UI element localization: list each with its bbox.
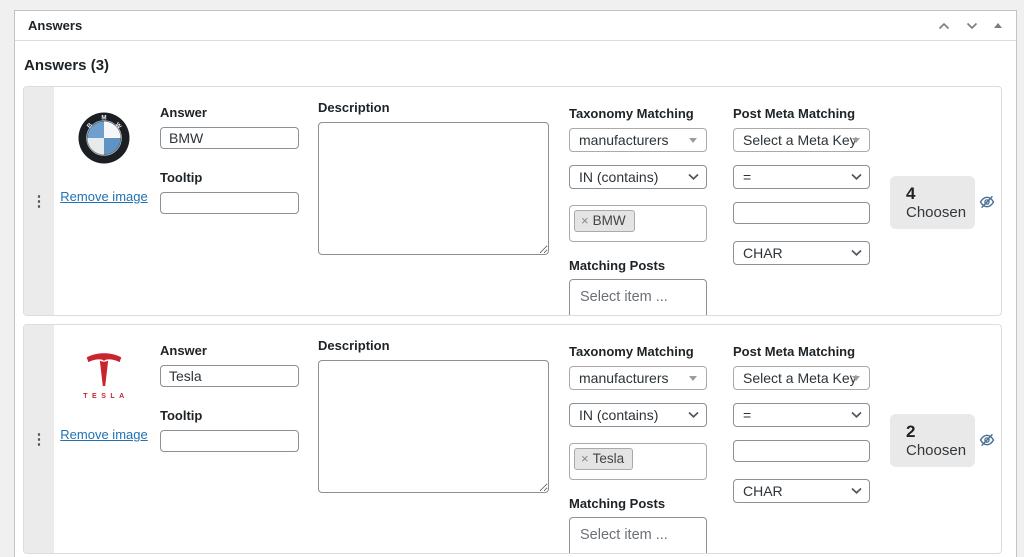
- answer-image: TESLA: [73, 339, 135, 413]
- svg-text:M: M: [101, 114, 106, 121]
- chosen-label: Choosen: [906, 204, 975, 223]
- answer-input[interactable]: [160, 127, 299, 149]
- answer-row: ⋮ M B W: [23, 86, 1002, 316]
- post-meta-matching-label: Post Meta Matching: [733, 345, 870, 358]
- description-textarea[interactable]: [318, 122, 549, 255]
- answer-image: M B W: [78, 101, 130, 175]
- chevron-down-icon: [851, 488, 862, 495]
- description-label: Description: [318, 339, 549, 352]
- meta-value-input[interactable]: [733, 202, 870, 224]
- chosen-count: 2: [906, 421, 975, 442]
- meta-value-input[interactable]: [733, 440, 870, 462]
- tooltip-label: Tooltip: [160, 171, 299, 184]
- taxonomy-terms-box[interactable]: × BMW: [569, 205, 707, 242]
- remove-image-link[interactable]: Remove image: [60, 427, 147, 442]
- dropdown-arrow-icon: [852, 138, 860, 143]
- remove-term-icon[interactable]: ×: [581, 452, 589, 465]
- answers-count-heading: Answers (3): [24, 57, 1016, 74]
- term-chip-label: Tesla: [593, 451, 625, 466]
- bmw-logo: M B W: [78, 112, 130, 164]
- chevron-down-icon: [851, 174, 862, 181]
- tooltip-input[interactable]: [160, 192, 299, 214]
- chevron-down-icon: [851, 412, 862, 419]
- dropdown-arrow-icon: [852, 376, 860, 381]
- taxonomy-matching-label: Taxonomy Matching: [569, 345, 707, 358]
- chosen-label: Choosen: [906, 442, 975, 461]
- metabox-body: Answers (3) ⋮ M: [15, 57, 1016, 554]
- toggle-panel-icon[interactable]: [992, 21, 1004, 30]
- answer-label: Answer: [160, 106, 299, 119]
- tooltip-input[interactable]: [160, 430, 299, 452]
- chosen-count: 4: [906, 183, 975, 204]
- remove-term-icon[interactable]: ×: [581, 214, 589, 227]
- eye-slash-icon[interactable]: [979, 432, 995, 448]
- answer-input[interactable]: [160, 365, 299, 387]
- tesla-logo: TESLA: [73, 352, 135, 400]
- description-label: Description: [318, 101, 549, 114]
- tooltip-label: Tooltip: [160, 409, 299, 422]
- taxonomy-select[interactable]: manufacturers: [569, 128, 707, 152]
- meta-key-select[interactable]: Select a Meta Key: [733, 128, 870, 152]
- taxonomy-operator-select[interactable]: IN (contains): [569, 403, 707, 427]
- eye-slash-icon[interactable]: [979, 194, 995, 210]
- chosen-count-box: 4 Choosen: [890, 176, 975, 229]
- matching-posts-select[interactable]: Select item ...: [569, 279, 707, 316]
- taxonomy-select[interactable]: manufacturers: [569, 366, 707, 390]
- remove-image-link[interactable]: Remove image: [60, 189, 147, 204]
- chevron-down-icon: [851, 250, 862, 257]
- meta-type-select[interactable]: CHAR: [733, 479, 870, 503]
- taxonomy-operator-select[interactable]: IN (contains): [569, 165, 707, 189]
- chevron-down-icon: [688, 412, 699, 419]
- meta-compare-select[interactable]: =: [733, 403, 870, 427]
- term-chip: × BMW: [574, 210, 635, 232]
- meta-key-select[interactable]: Select a Meta Key: [733, 366, 870, 390]
- move-down-icon[interactable]: [964, 20, 980, 32]
- dropdown-arrow-icon: [689, 376, 697, 381]
- meta-type-select[interactable]: CHAR: [733, 241, 870, 265]
- answer-row: ⋮ TESLA R: [23, 324, 1002, 554]
- answer-label: Answer: [160, 344, 299, 357]
- metabox-title: Answers: [28, 18, 82, 33]
- metabox-header: Answers: [15, 11, 1016, 41]
- dropdown-arrow-icon: [689, 138, 697, 143]
- chevron-down-icon: [688, 174, 699, 181]
- matching-posts-select[interactable]: Select item ...: [569, 517, 707, 554]
- term-chip: × Tesla: [574, 448, 633, 470]
- chosen-count-box: 2 Choosen: [890, 414, 975, 467]
- drag-handle-icon[interactable]: ⋮: [32, 194, 47, 209]
- tesla-wordmark: TESLA: [83, 393, 128, 400]
- taxonomy-matching-label: Taxonomy Matching: [569, 107, 707, 120]
- description-textarea[interactable]: [318, 360, 549, 493]
- meta-compare-select[interactable]: =: [733, 165, 870, 189]
- matching-posts-label: Matching Posts: [569, 497, 707, 510]
- move-up-icon[interactable]: [936, 20, 952, 32]
- drag-strip: ⋮: [24, 325, 54, 553]
- term-chip-label: BMW: [593, 213, 626, 228]
- drag-strip: ⋮: [24, 87, 54, 315]
- taxonomy-terms-box[interactable]: × Tesla: [569, 443, 707, 480]
- matching-posts-label: Matching Posts: [569, 259, 707, 272]
- answers-metabox: Answers Answers (3) ⋮: [14, 10, 1017, 557]
- metabox-controls: [936, 20, 1004, 32]
- post-meta-matching-label: Post Meta Matching: [733, 107, 870, 120]
- drag-handle-icon[interactable]: ⋮: [32, 432, 47, 447]
